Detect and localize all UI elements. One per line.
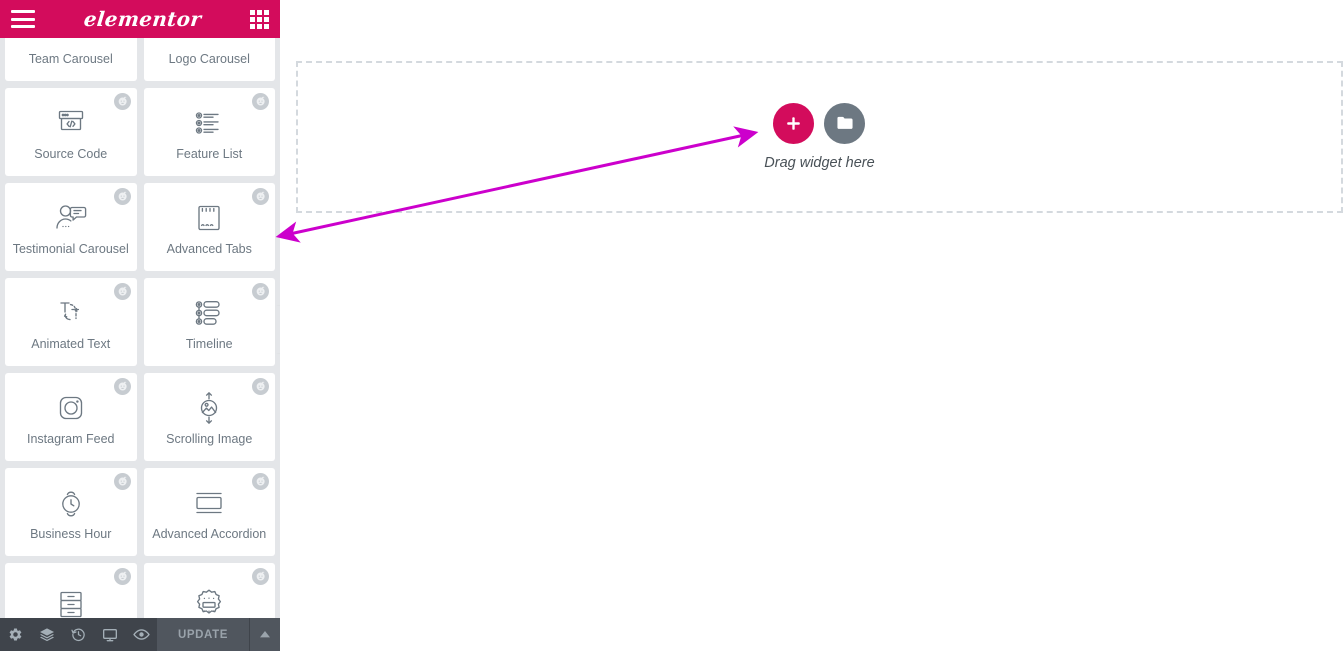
widget-item[interactable]: Animated Text bbox=[5, 278, 137, 366]
widget-label: Animated Text bbox=[31, 336, 111, 351]
plus-icon bbox=[787, 117, 801, 130]
pro-badge-icon bbox=[252, 473, 269, 490]
pro-badge-icon bbox=[252, 378, 269, 395]
pro-badge-icon bbox=[252, 188, 269, 205]
preview-eye-icon[interactable] bbox=[126, 618, 157, 651]
panel-header: elementor bbox=[0, 0, 280, 38]
hamburger-icon[interactable] bbox=[11, 10, 35, 28]
widget-item[interactable]: Advanced Accordion bbox=[143, 468, 275, 556]
logo-carousel-icon bbox=[144, 38, 276, 48]
widget-label: Timeline bbox=[185, 336, 233, 351]
add-template-button[interactable] bbox=[824, 103, 866, 144]
history-clock-icon[interactable] bbox=[63, 618, 94, 651]
add-section-button[interactable] bbox=[773, 103, 815, 144]
widget-label: Logo Carousel bbox=[168, 51, 250, 66]
editor-canvas: Drag widget here bbox=[280, 0, 1344, 651]
widget-item[interactable]: Advanced Tabs bbox=[143, 183, 275, 271]
pro-badge-icon bbox=[252, 93, 269, 110]
badge-ribbon-icon bbox=[144, 585, 276, 618]
elementor-logo: elementor bbox=[82, 7, 203, 31]
navigator-layers-icon[interactable] bbox=[31, 618, 62, 651]
drop-zone-inner: Drag widget here bbox=[764, 103, 875, 171]
widget-item[interactable]: Instagram Feed bbox=[5, 373, 137, 461]
widget-item[interactable]: Scrolling Image bbox=[143, 373, 275, 461]
widget-item[interactable]: Feature List bbox=[143, 88, 275, 176]
grid-icon[interactable] bbox=[249, 9, 269, 29]
widget-item[interactable] bbox=[5, 563, 137, 618]
widget-label: Source Code bbox=[34, 146, 108, 161]
drop-zone-section[interactable]: Drag widget here bbox=[296, 61, 1343, 213]
widget-label: Feature List bbox=[176, 146, 243, 161]
stacked-list-icon bbox=[5, 585, 137, 618]
widget-label: Business Hour bbox=[30, 526, 112, 541]
widgets-scroll-area[interactable]: Team Carousel Logo Carousel Source Code Fea… bbox=[0, 38, 280, 618]
widgets-grid: Team Carousel Logo Carousel Source Code Fea… bbox=[0, 38, 280, 618]
widget-label: Team Carousel bbox=[28, 51, 113, 66]
team-carousel-icon bbox=[5, 38, 137, 48]
drop-zone-buttons bbox=[773, 103, 866, 144]
pro-badge-icon bbox=[113, 93, 131, 110]
widget-item[interactable]: Business Hour bbox=[5, 468, 137, 556]
editor-bottom-bar: UPDATE bbox=[0, 618, 280, 651]
pro-badge-icon bbox=[252, 568, 269, 585]
update-button[interactable]: UPDATE bbox=[156, 618, 249, 651]
pro-badge-icon bbox=[113, 473, 131, 490]
elementor-editor: elementor Team Carousel Logo Carousel Sour… bbox=[0, 0, 1344, 651]
pro-badge-icon bbox=[113, 188, 131, 205]
widget-item[interactable]: Testimonial Carousel bbox=[5, 183, 137, 271]
pro-badge-icon bbox=[113, 283, 131, 300]
pro-badge-icon bbox=[252, 283, 269, 300]
widget-label: Scrolling Image bbox=[166, 431, 253, 446]
widget-label: Testimonial Carousel bbox=[12, 241, 129, 256]
widget-item[interactable]: Source Code bbox=[5, 88, 137, 176]
responsive-monitor-icon[interactable] bbox=[94, 618, 125, 651]
update-button-group: UPDATE bbox=[156, 618, 280, 651]
drop-zone-hint: Drag widget here bbox=[764, 155, 875, 171]
widget-item[interactable]: Logo Carousel bbox=[143, 38, 276, 81]
chevron-up-icon[interactable] bbox=[249, 618, 280, 651]
widget-item[interactable]: Timeline bbox=[143, 278, 275, 366]
settings-gear-icon[interactable] bbox=[0, 618, 31, 651]
widgets-panel: elementor Team Carousel Logo Carousel Sour… bbox=[0, 0, 280, 651]
widget-item[interactable] bbox=[143, 563, 276, 618]
widget-label: Advanced Tabs bbox=[166, 241, 252, 256]
folder-icon bbox=[837, 116, 853, 129]
widget-item[interactable]: Team Carousel bbox=[5, 38, 137, 81]
widget-label: Advanced Accordion bbox=[152, 526, 267, 541]
widget-label: Instagram Feed bbox=[26, 431, 115, 446]
pro-badge-icon bbox=[113, 568, 131, 585]
pro-badge-icon bbox=[113, 378, 131, 395]
